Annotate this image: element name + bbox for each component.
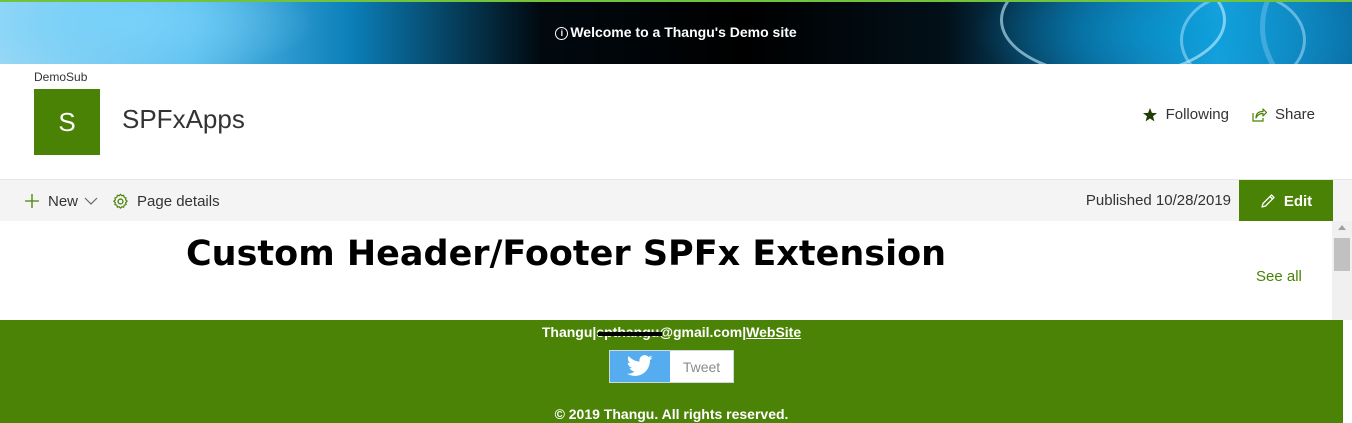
info-icon: i xyxy=(555,27,569,40)
footer-name: Thangu xyxy=(541,324,593,340)
share-button[interactable]: Share xyxy=(1251,106,1315,123)
copyright-text: © 2019 Thangu. All rights reserved. xyxy=(554,406,789,422)
banner-text: Welcome to a Thangu's Demo site xyxy=(570,24,797,40)
top-banner: i Welcome to a Thangu's Demo site xyxy=(0,0,1352,64)
twitter-bird-icon xyxy=(610,351,670,382)
edit-label: Edit xyxy=(1283,192,1313,210)
site-title[interactable]: SPFxApps xyxy=(122,104,245,135)
header-actions: Following Share xyxy=(1120,106,1315,123)
edit-button[interactable]: Edit xyxy=(1239,180,1333,222)
star-icon xyxy=(1142,107,1157,121)
scroll-up-arrow-icon[interactable] xyxy=(1338,225,1346,230)
page-heading: Custom Header/Footer SPFx Extension xyxy=(186,234,947,274)
footer-right-gutter xyxy=(1343,320,1352,423)
banner-message: i Welcome to a Thangu's Demo site xyxy=(0,24,1352,41)
share-label: Share xyxy=(1274,106,1315,123)
scroll-thumb[interactable] xyxy=(1334,238,1350,271)
share-icon xyxy=(1252,107,1267,122)
page-content: Custom Header/Footer SPFx Extension See … xyxy=(0,221,1332,320)
command-bar: New Page details Published 10/28/2019 Ed… xyxy=(0,179,1352,222)
site-logo[interactable]: S xyxy=(34,89,100,155)
tweet-label: Tweet xyxy=(670,351,733,382)
site-header: DemoSub S SPFxApps Following Share xyxy=(0,64,1352,178)
breadcrumb-link[interactable]: DemoSub xyxy=(34,70,87,84)
following-label: Following xyxy=(1165,106,1229,123)
command-bar-left: New Page details xyxy=(24,180,220,222)
redaction-bar xyxy=(598,332,663,336)
website-link[interactable]: WebSite xyxy=(746,324,801,340)
following-button[interactable]: Following xyxy=(1142,106,1229,123)
new-button[interactable]: New xyxy=(24,193,98,210)
footer-email[interactable]: spthangu@gmail.com xyxy=(596,324,742,340)
page-details-button[interactable]: Page details xyxy=(112,193,220,210)
see-all-link[interactable]: See all xyxy=(1256,268,1302,285)
footer-contact-line: Thangu|spthangu@gmail.com |WebSite xyxy=(0,324,1343,340)
gear-icon xyxy=(113,193,128,209)
new-label: New xyxy=(48,192,79,210)
page-details-label: Page details xyxy=(137,192,220,210)
chevron-down-icon[interactable] xyxy=(84,196,98,206)
vertical-scrollbar[interactable] xyxy=(1332,221,1352,320)
custom-footer: Thangu|spthangu@gmail.com |WebSite Tweet … xyxy=(0,320,1343,423)
tweet-button[interactable]: Tweet xyxy=(609,350,734,383)
plus-icon xyxy=(25,194,39,208)
published-status: Published 10/28/2019 xyxy=(1085,192,1231,209)
pencil-icon xyxy=(1261,194,1275,208)
